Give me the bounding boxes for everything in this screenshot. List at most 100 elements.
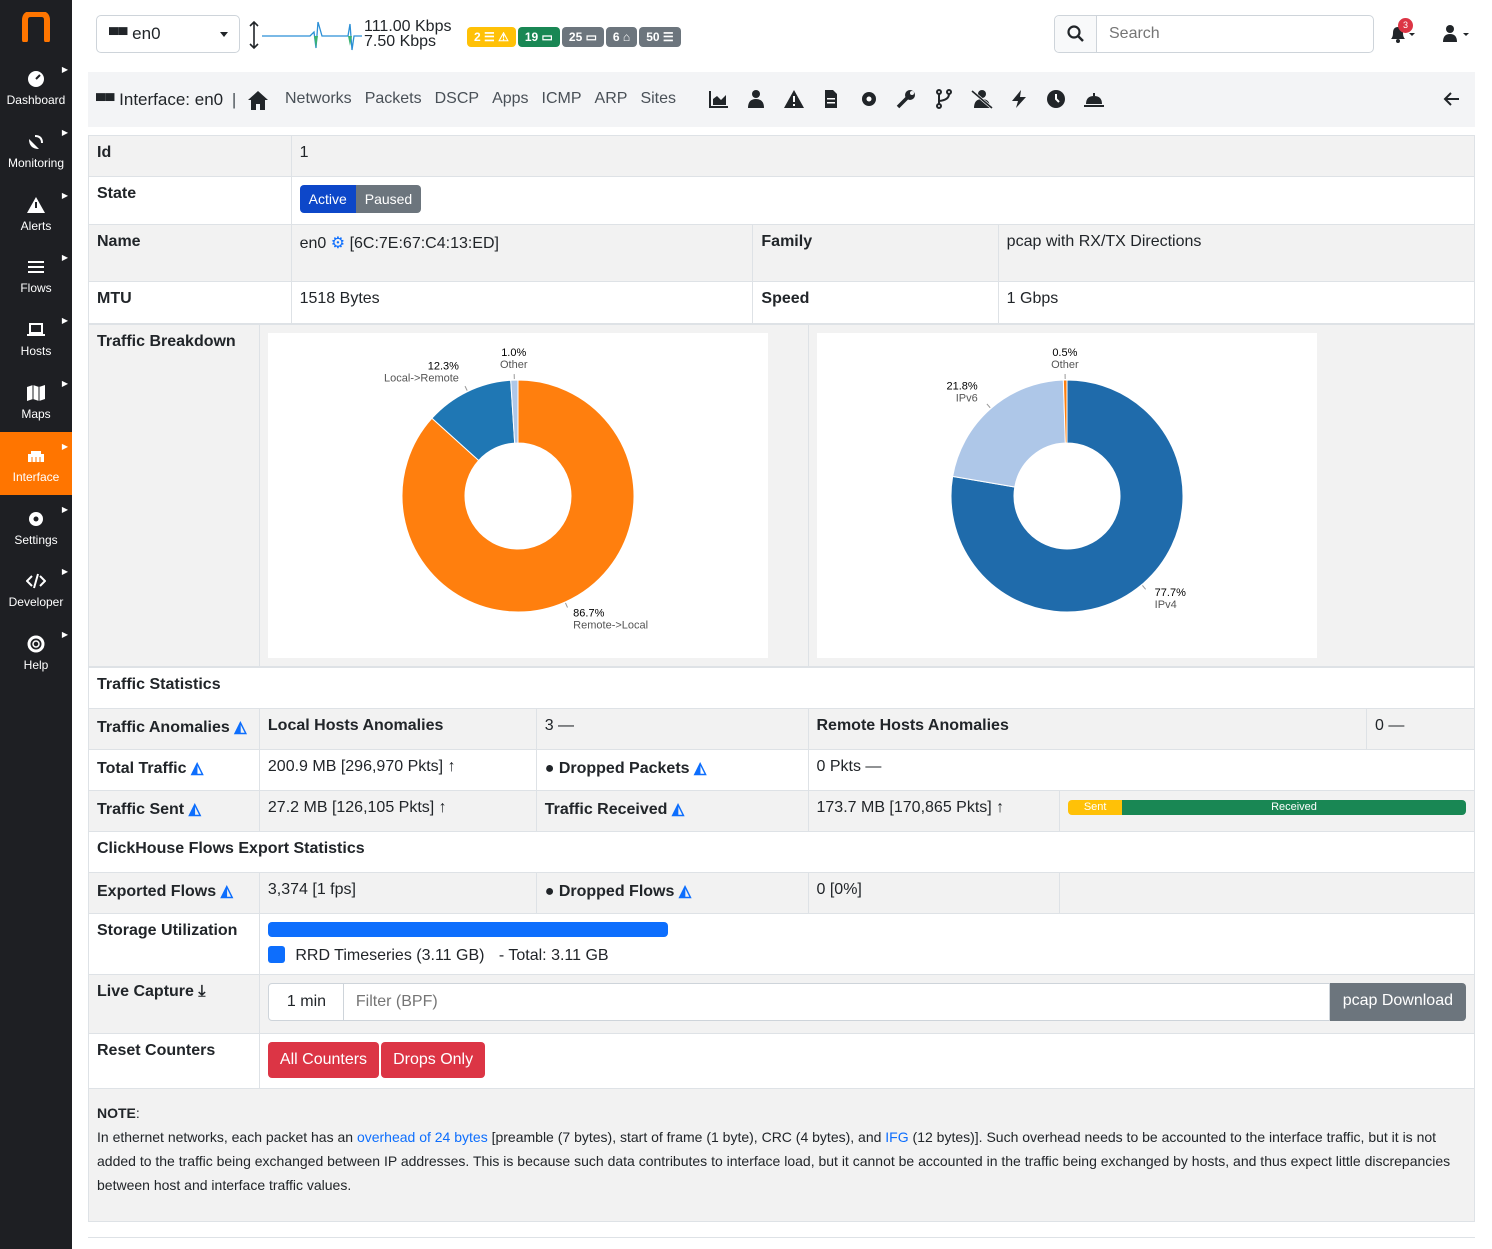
alert-icon[interactable] [783, 89, 807, 111]
sidebar-item-developer[interactable]: Developer ▶ [0, 557, 72, 620]
code-branch-icon[interactable] [933, 89, 957, 111]
capture-duration-select[interactable]: 1 min [267, 983, 344, 1021]
nav-links: Networks Packets DSCP Apps ICMP ARP Sites [285, 90, 689, 108]
sidebar-item-label: Interface [12, 469, 60, 484]
user-slash-icon[interactable] [970, 89, 994, 111]
rate-up: 111.00 Kbps [364, 18, 452, 35]
throughput-rates: 111.00 Kbps 7.50 Kbps [364, 18, 452, 50]
ntopng-logo[interactable] [22, 12, 50, 42]
sidebar-item-hosts[interactable]: Hosts ▶ [0, 306, 72, 369]
interface-info-table: Id 1 State Active Paused Name en0 ⚙ [6C:7… [88, 135, 1476, 324]
clickhouse-title: ClickHouse Flows Export Statistics [88, 831, 1475, 873]
chevron-right-icon: ▶ [61, 379, 68, 388]
sidebar-item-label: Developer [8, 595, 64, 610]
chevron-right-icon: ▶ [61, 190, 68, 200]
name-value: en0 [299, 235, 327, 252]
overhead-link[interactable]: overhead of 24 bytes [357, 1129, 488, 1145]
sidebar-item-label: Flows [20, 281, 52, 296]
sidebar-item-maps[interactable]: Maps ▶ [0, 369, 72, 432]
dropped-flows-value: 0 [0%] [807, 872, 1061, 914]
concierge-bell-icon[interactable] [1083, 89, 1107, 111]
user-menu[interactable] [1442, 24, 1470, 49]
wrench-icon[interactable] [895, 89, 919, 111]
sidebar-item-flows[interactable]: Flows ▶ [0, 243, 72, 306]
chart-area-icon[interactable]: ◭ [694, 760, 706, 777]
nav-title: ▀▀ Interface: en0 | [96, 90, 237, 109]
nav-link-networks[interactable]: Networks [285, 90, 352, 107]
status-badge[interactable]: 6 ⌂ [605, 27, 638, 47]
download-icon[interactable]: ⤓ [198, 983, 205, 1000]
stats-title: Traffic Statistics [88, 667, 1475, 709]
storage-total: - Total: 3.11 GB [498, 947, 609, 964]
nav-link-icmp[interactable]: ICMP [542, 90, 582, 107]
gear-icon [26, 509, 46, 529]
map-icon [26, 383, 46, 403]
search-input[interactable] [1099, 17, 1369, 51]
reset-all-counters-button[interactable]: All Counters [267, 1042, 380, 1078]
sidebar-item-dashboard[interactable]: Dashboard ▶ [0, 55, 72, 118]
local-anom-value: 3 — [535, 708, 809, 750]
name-label: Name [88, 224, 292, 282]
user-hosts-icon[interactable] [745, 89, 769, 111]
nav-link-dscp[interactable]: DSCP [435, 90, 479, 107]
sidebar-item-alerts[interactable]: Alerts ▶ [0, 181, 72, 244]
status-badge[interactable]: 25 ▭ [561, 27, 604, 47]
chart-area-icon[interactable]: ◭ [234, 719, 246, 736]
nav-link-packets[interactable]: Packets [365, 90, 422, 107]
home-icon[interactable] [246, 89, 270, 111]
total-value: 200.9 MB [296,970 Pkts] ↑ [258, 749, 537, 791]
bolt-icon[interactable] [1008, 89, 1032, 111]
state-active-button[interactable]: Active [299, 185, 356, 213]
note-text-1: In ethernet networks, each packet has an [97, 1129, 357, 1145]
status-badge[interactable]: 19 ▭ [517, 27, 560, 47]
interface-selector[interactable]: ▀▀ en0 [96, 15, 240, 53]
chart-area-icon[interactable]: ◭ [679, 883, 691, 900]
sidebar-item-settings[interactable]: Settings ▶ [0, 495, 72, 558]
nav-link-apps[interactable]: Apps [492, 90, 528, 107]
chart-area-icon[interactable] [708, 89, 732, 111]
sidebar-item-monitoring[interactable]: Monitoring ▶ [0, 118, 72, 181]
gear-icon[interactable] [858, 89, 882, 111]
nav-link-sites[interactable]: Sites [640, 90, 676, 107]
sidebar-item-label: Hosts [20, 344, 52, 359]
gear-icon[interactable]: ⚙ [331, 235, 345, 252]
state-paused-button[interactable]: Paused [355, 185, 422, 213]
clock-icon[interactable] [1045, 89, 1069, 111]
note-title: NOTE [97, 1105, 136, 1121]
bpf-filter-input[interactable] [343, 983, 1330, 1021]
warning-icon [26, 195, 46, 215]
chart-area-icon[interactable]: ◭ [672, 801, 684, 818]
pcap-download-button[interactable]: pcap Download [1329, 983, 1466, 1021]
chart-area-icon[interactable]: ◭ [191, 760, 203, 777]
capture-label: Live Capture [97, 983, 194, 1000]
notification-count: 3 [1398, 18, 1413, 33]
sent-label: Traffic Sent [97, 801, 185, 818]
sidebar-item-interface[interactable]: Interface ▶ [0, 431, 72, 495]
reset-drops-only-button[interactable]: Drops Only [381, 1042, 486, 1078]
search-button[interactable] [1055, 16, 1097, 52]
sidebar-item-help[interactable]: Help ▶ [0, 620, 72, 683]
id-label: Id [88, 135, 292, 177]
status-badge[interactable]: 50 ☰ [639, 27, 681, 47]
file-icon[interactable] [820, 89, 844, 111]
notifications-button[interactable]: 3 [1388, 18, 1416, 49]
interface-details: Id 1 State Active Paused Name en0 ⚙ [6C:7… [88, 135, 1476, 1238]
reset-label: Reset Counters [88, 1033, 260, 1089]
user-icon [1443, 25, 1469, 42]
pie-value-label: 12.3% [428, 360, 459, 372]
status-badge[interactable]: 2 ☰ ⚠ [467, 27, 516, 47]
laptop-icon [26, 320, 46, 340]
storage-legend: RRD Timeseries (3.11 GB) [295, 947, 485, 964]
ethernet-icon [26, 446, 46, 466]
pie-value-label: 77.7% [1155, 587, 1186, 599]
chart-area-icon[interactable]: ◭ [189, 801, 201, 818]
pie-category-label: IPv4 [1155, 599, 1177, 611]
arrow-left-icon[interactable] [1443, 90, 1461, 108]
nav-link-arp[interactable]: ARP [595, 90, 628, 107]
throughput-sparkline [262, 21, 362, 51]
pie-label-line [464, 385, 468, 391]
interface-navbar: ▀▀ Interface: en0 | Networks Packets DSCP A… [88, 72, 1475, 127]
chart-area-icon[interactable]: ◭ [221, 883, 233, 900]
pie-value-label: 86.7% [573, 607, 604, 619]
ifg-link[interactable]: IFG [885, 1129, 908, 1145]
